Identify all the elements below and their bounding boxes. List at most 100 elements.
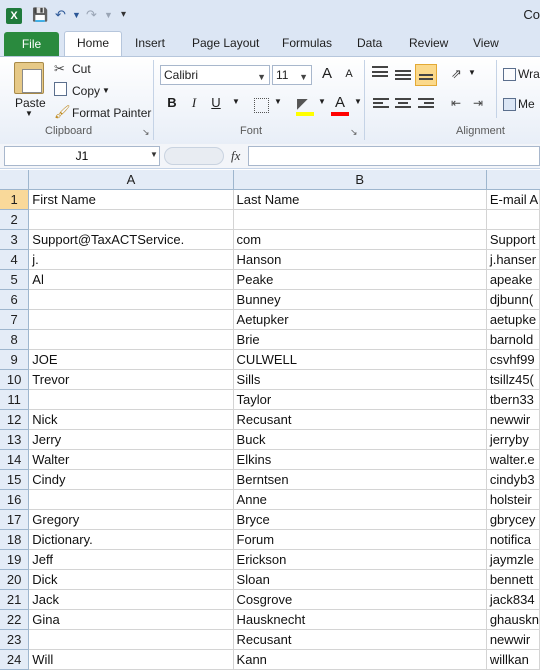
row-header[interactable]: 11 <box>0 389 30 410</box>
cell[interactable]: gbrycey <box>486 509 540 530</box>
cell[interactable]: Dick <box>28 569 234 590</box>
cell[interactable]: Nick <box>28 409 234 430</box>
row-header[interactable]: 24 <box>0 649 30 670</box>
cell[interactable]: walter.e <box>486 449 540 470</box>
merge-center-button[interactable]: Me <box>518 97 535 111</box>
borders-dropdown-icon[interactable]: ▼ <box>268 97 288 117</box>
cell[interactable]: apeake <box>486 269 540 290</box>
orientation-dropdown-icon[interactable]: ▼ <box>462 68 482 88</box>
cell[interactable]: willkan <box>486 649 540 670</box>
row-header[interactable]: 14 <box>0 449 30 470</box>
wrap-text-button[interactable]: Wra <box>518 67 540 81</box>
cell[interactable]: Jerry <box>28 429 234 450</box>
cell[interactable] <box>233 209 487 230</box>
cell[interactable]: Support <box>486 229 540 250</box>
select-all-corner[interactable] <box>0 170 30 190</box>
row-header[interactable]: 1 <box>0 189 30 210</box>
cell[interactable]: Recusant <box>233 629 487 650</box>
cell[interactable]: Will <box>28 649 234 670</box>
row-header[interactable]: 3 <box>0 229 30 250</box>
row-header[interactable]: 21 <box>0 589 30 610</box>
paste-button[interactable]: Paste <box>15 96 46 110</box>
row-header[interactable]: 17 <box>0 509 30 530</box>
undo-dropdown-icon[interactable]: ▼ <box>72 10 81 20</box>
cell[interactable] <box>486 209 540 230</box>
orientation-icon[interactable]: ⇗ <box>451 66 462 82</box>
cell[interactable]: newwir <box>486 629 540 650</box>
cell[interactable]: CULWELL <box>233 349 487 370</box>
cell[interactable]: Last Name <box>233 189 487 210</box>
cell[interactable]: Berntsen <box>233 469 487 490</box>
format-painter-button[interactable]: Format Painter <box>72 106 151 120</box>
cell[interactable]: Al <box>28 269 234 290</box>
cell[interactable]: Hausknecht <box>233 609 487 630</box>
cell[interactable] <box>28 289 234 310</box>
row-header[interactable]: 8 <box>0 329 30 350</box>
cell[interactable]: Jack <box>28 589 234 610</box>
font-launcher-icon[interactable]: ↘ <box>350 127 358 138</box>
fill-color-dropdown-icon[interactable]: ▼ <box>312 97 332 117</box>
cell[interactable]: Elkins <box>233 449 487 470</box>
redo-dropdown-icon[interactable]: ▼ <box>104 10 113 20</box>
cell[interactable]: Forum <box>233 529 487 550</box>
cell[interactable]: csvhf99 <box>486 349 540 370</box>
decrease-indent-icon[interactable]: ⇤ <box>451 96 461 110</box>
save-icon[interactable]: 💾 <box>32 7 48 23</box>
cell[interactable]: tsillz45( <box>486 369 540 390</box>
align-right-icon[interactable] <box>418 98 434 108</box>
cell[interactable]: Support@TaxACTService. <box>28 229 234 250</box>
cell[interactable]: jerryby <box>486 429 540 450</box>
cell[interactable]: Taylor <box>233 389 487 410</box>
cell[interactable] <box>28 489 234 510</box>
tab-insert[interactable]: Insert <box>135 36 165 50</box>
cell[interactable]: Recusant <box>233 409 487 430</box>
cell[interactable]: Hanson <box>233 249 487 270</box>
row-header[interactable]: 16 <box>0 489 30 510</box>
row-header[interactable]: 4 <box>0 249 30 270</box>
cell[interactable]: Peake <box>233 269 487 290</box>
name-box-dropdown-icon[interactable]: ▼ <box>150 150 158 159</box>
underline-button[interactable]: U <box>206 95 226 115</box>
row-header[interactable]: 6 <box>0 289 30 310</box>
cell[interactable]: E-mail A <box>486 189 540 210</box>
cell[interactable] <box>28 389 234 410</box>
paste-dropdown-icon[interactable]: ▼ <box>25 109 33 118</box>
align-middle-icon[interactable] <box>395 70 411 80</box>
align-bottom-icon[interactable] <box>415 64 437 86</box>
borders-icon[interactable] <box>254 98 269 113</box>
cell[interactable]: newwir <box>486 409 540 430</box>
row-header[interactable]: 9 <box>0 349 30 370</box>
redo-icon[interactable]: ↷ <box>86 7 97 23</box>
tab-page-layout[interactable]: Page Layout <box>192 36 259 50</box>
cell[interactable]: djbunn( <box>486 289 540 310</box>
cell[interactable]: Cosgrove <box>233 589 487 610</box>
row-header[interactable]: 18 <box>0 529 30 550</box>
font-color-dropdown-icon[interactable]: ▼ <box>348 97 368 117</box>
cell[interactable]: Sloan <box>233 569 487 590</box>
align-left-icon[interactable] <box>373 98 389 108</box>
row-header[interactable]: 12 <box>0 409 30 430</box>
cell[interactable]: Walter <box>28 449 234 470</box>
cell[interactable]: notifica <box>486 529 540 550</box>
shrink-font-button[interactable]: A <box>339 68 359 88</box>
insert-function-icon[interactable]: fx <box>231 148 240 164</box>
align-center-icon[interactable] <box>395 98 411 108</box>
font-size-dropdown-icon[interactable]: ▼ <box>299 68 308 86</box>
tab-file[interactable]: File <box>4 32 59 56</box>
cut-button[interactable]: Cut <box>72 62 91 76</box>
tab-data[interactable]: Data <box>357 36 382 50</box>
cell[interactable]: j.hanser <box>486 249 540 270</box>
cell[interactable] <box>28 209 234 230</box>
cell[interactable]: JOE <box>28 349 234 370</box>
font-size-combo[interactable]: 11 ▼ <box>272 65 312 85</box>
column-header-c[interactable] <box>486 170 540 190</box>
tab-home[interactable]: Home <box>77 36 109 50</box>
bold-button[interactable]: B <box>162 95 182 115</box>
tab-formulas[interactable]: Formulas <box>282 36 332 50</box>
cell[interactable]: Bryce <box>233 509 487 530</box>
cell[interactable]: Cindy <box>28 469 234 490</box>
tab-view[interactable]: View <box>473 36 499 50</box>
row-header[interactable]: 5 <box>0 269 30 290</box>
cell[interactable]: jaymzle <box>486 549 540 570</box>
cell[interactable]: bennett <box>486 569 540 590</box>
